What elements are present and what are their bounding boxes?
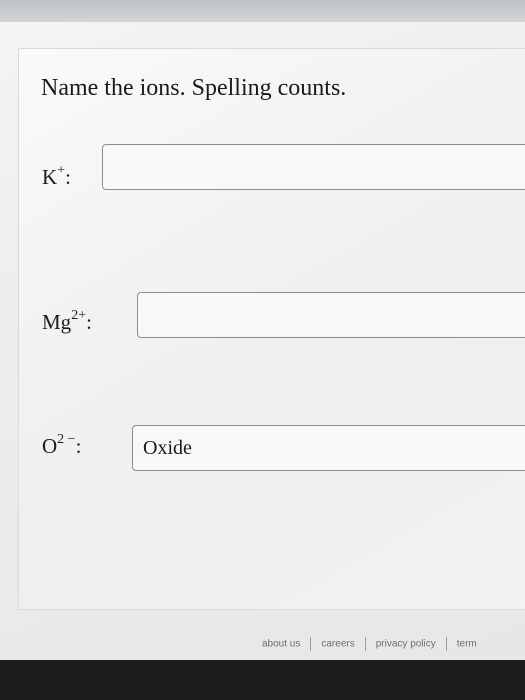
bottom-bar — [0, 660, 525, 700]
ion-label-potassium: K+: — [42, 163, 71, 190]
ion-symbol: O — [42, 434, 58, 458]
answer-input-magnesium[interactable] — [137, 292, 525, 338]
ion-charge: + — [57, 163, 66, 178]
footer-links: about us careers privacy policy term — [262, 637, 477, 651]
footer-divider — [310, 637, 312, 651]
ion-label-magnesium: Mg2+: — [42, 308, 92, 335]
question-title: Name the ions. Spelling counts. — [41, 75, 347, 101]
answer-input-oxide[interactable] — [132, 425, 525, 471]
footer-divider — [364, 637, 366, 651]
ion-charge: 2+ — [71, 308, 87, 323]
ion-label-oxide: O2 −: — [42, 432, 82, 459]
ion-symbol: Mg — [42, 310, 72, 334]
footer-link-careers[interactable]: careers — [321, 639, 354, 650]
answer-input-potassium[interactable] — [102, 144, 525, 190]
footer-divider — [445, 637, 447, 651]
ion-charge: 2 − — [57, 432, 76, 447]
ion-symbol: K — [42, 165, 58, 189]
footer-link-terms[interactable]: term — [457, 639, 477, 650]
ion-colon: : — [65, 165, 71, 189]
page-area: Name the ions. Spelling counts. K+: Mg2+… — [0, 22, 525, 662]
ion-colon: : — [86, 310, 92, 334]
footer-link-privacy[interactable]: privacy policy — [376, 639, 436, 650]
ion-colon: : — [75, 434, 82, 458]
footer-link-about[interactable]: about us — [262, 639, 300, 650]
top-strip — [0, 0, 525, 24]
